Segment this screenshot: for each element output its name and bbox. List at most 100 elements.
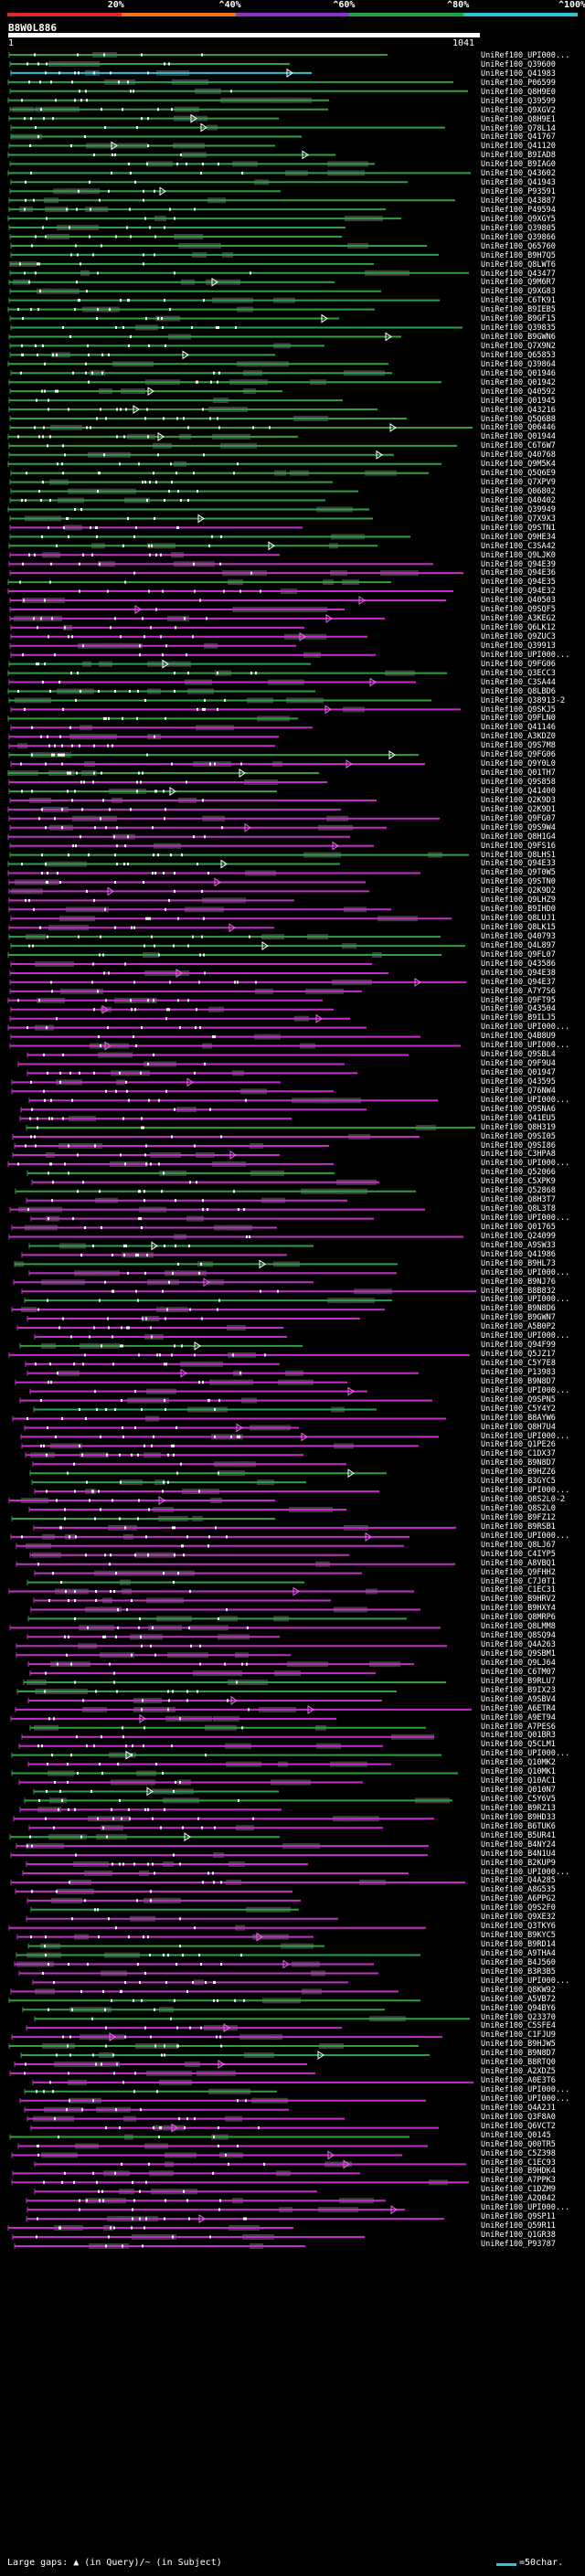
- hit-label[interactable]: UniRef100_Q4L897: [481, 941, 583, 950]
- hit-label[interactable]: UniRef100_Q9FHH2: [481, 1568, 583, 1577]
- hit-label[interactable]: UniRef100_B9FZ12: [481, 1513, 583, 1522]
- hit-label[interactable]: UniRef100_C5Y6V5: [481, 1795, 583, 1804]
- hit-label[interactable]: UniRef100_B9N8D7: [481, 2049, 583, 2058]
- hit-label[interactable]: UniRef100_A5B0P2: [481, 1322, 583, 1331]
- hit-label[interactable]: UniRef100_Q76NW4: [481, 1087, 583, 1096]
- hit-label[interactable]: UniRef100_Q9HE34: [481, 533, 583, 542]
- hit-label[interactable]: UniRef100_Q3TKY6: [481, 1922, 583, 1931]
- hit-label[interactable]: UniRef100_Q8H3T7: [481, 1195, 583, 1204]
- hit-label[interactable]: UniRef100_Q43887: [481, 196, 583, 206]
- hit-label[interactable]: UniRef100_Q8LJ67: [481, 1541, 583, 1550]
- hit-label[interactable]: UniRef100_C1DX37: [481, 1449, 583, 1458]
- hit-label[interactable]: UniRef100_Q39866: [481, 233, 583, 242]
- hit-label[interactable]: UniRef100_Q39913: [481, 641, 583, 651]
- hit-label[interactable]: UniRef100_Q8L3T8: [481, 1204, 583, 1214]
- hit-label[interactable]: UniRef100_Q65760: [481, 242, 583, 251]
- hit-label[interactable]: UniRef100_Q9STN0: [481, 877, 583, 886]
- hit-label[interactable]: UniRef100_B9GWN7: [481, 1313, 583, 1322]
- hit-label[interactable]: UniRef100_Q94BY6: [481, 2004, 583, 2013]
- hit-label[interactable]: UniRef100_C5SFE4: [481, 2021, 583, 2030]
- hit-label[interactable]: UniRef100_Q9SBM1: [481, 1649, 583, 1659]
- hit-label[interactable]: UniRef100_C3SA42: [481, 542, 583, 551]
- hit-label[interactable]: UniRef100_UPI000...: [481, 2094, 583, 2104]
- hit-label[interactable]: UniRef100_Q41120: [481, 142, 583, 151]
- hit-label[interactable]: UniRef100_Q40768: [481, 451, 583, 460]
- hit-label[interactable]: UniRef100_C6TM07: [481, 1668, 583, 1677]
- hit-label[interactable]: UniRef100_UPI000...: [481, 1041, 583, 1050]
- hit-label[interactable]: UniRef100_Q9STN1: [481, 524, 583, 533]
- hit-label[interactable]: UniRef100_Q3ECC3: [481, 669, 583, 678]
- hit-label[interactable]: UniRef100_A6ETR4: [481, 1704, 583, 1713]
- hit-label[interactable]: UniRef100_B8RTQ0: [481, 2058, 583, 2067]
- hit-label[interactable]: UniRef100_Q9FG06: [481, 660, 583, 669]
- hit-label[interactable]: UniRef100_C6T6W7: [481, 441, 583, 451]
- hit-label[interactable]: UniRef100_B9IEB5: [481, 305, 583, 314]
- hit-label[interactable]: UniRef100_Q52868: [481, 1186, 583, 1195]
- hit-label[interactable]: UniRef100_Q1GR38: [481, 2231, 583, 2240]
- hit-label[interactable]: UniRef100_Q9XE32: [481, 1913, 583, 1922]
- hit-label[interactable]: UniRef100_UPI000...: [481, 1268, 583, 1277]
- hit-label[interactable]: UniRef100_B9KYC5: [481, 1931, 583, 1940]
- hit-label[interactable]: UniRef100_Q9M5K4: [481, 460, 583, 469]
- hit-label[interactable]: UniRef100_A9ET94: [481, 1713, 583, 1723]
- hit-label[interactable]: UniRef100_Q65853: [481, 351, 583, 360]
- hit-label[interactable]: UniRef100_Q8SQ94: [481, 1631, 583, 1640]
- hit-label[interactable]: UniRef100_Q94E39: [481, 560, 583, 569]
- hit-label[interactable]: UniRef100_Q39835: [481, 323, 583, 333]
- hit-label[interactable]: UniRef100_B9HDK4: [481, 2167, 583, 2176]
- hit-label[interactable]: UniRef100_UPI000...: [481, 1749, 583, 1758]
- hit-label[interactable]: UniRef100_Q8LWT6: [481, 260, 583, 270]
- hit-label[interactable]: UniRef100_Q6LK12: [481, 623, 583, 632]
- hit-label[interactable]: UniRef100_Q7XPV9: [481, 478, 583, 487]
- hit-label[interactable]: UniRef100_A5VB72: [481, 1995, 583, 2004]
- hit-label[interactable]: UniRef100_Q43602: [481, 169, 583, 178]
- hit-label[interactable]: UniRef100_Q8H1G4: [481, 832, 583, 842]
- hit-label[interactable]: UniRef100_Q01947: [481, 1068, 583, 1077]
- hit-label[interactable]: UniRef100_A9SBV4: [481, 1695, 583, 1704]
- hit-label[interactable]: UniRef100_UPI000...: [481, 1486, 583, 1495]
- hit-label[interactable]: UniRef100_UPI000...: [481, 651, 583, 660]
- hit-label[interactable]: UniRef100_Q8LBD6: [481, 687, 583, 696]
- hit-label[interactable]: UniRef100_Q9SBL4: [481, 1050, 583, 1059]
- hit-label[interactable]: UniRef100_A8G535: [481, 1885, 583, 1894]
- hit-label[interactable]: UniRef100_Q94E35: [481, 578, 583, 587]
- hit-label[interactable]: UniRef100_Q94E37: [481, 978, 583, 987]
- hit-label[interactable]: UniRef100_Q8S2L0: [481, 1504, 583, 1513]
- hit-label[interactable]: UniRef100_Q4A263: [481, 1640, 583, 1649]
- hit-label[interactable]: UniRef100_Q59R11: [481, 2221, 583, 2231]
- hit-label[interactable]: UniRef100_Q9FL07: [481, 950, 583, 959]
- hit-label[interactable]: UniRef100_B3R3B5: [481, 1967, 583, 1977]
- hit-label[interactable]: UniRef100_Q5Q6E9: [481, 469, 583, 478]
- hit-label[interactable]: UniRef100_Q43477: [481, 270, 583, 279]
- hit-label[interactable]: UniRef100_Q43216: [481, 406, 583, 415]
- hit-label[interactable]: UniRef100_B8AYW6: [481, 1414, 583, 1423]
- hit-label[interactable]: UniRef100_Q06802: [481, 487, 583, 496]
- hit-label[interactable]: UniRef100_Q8H319: [481, 1123, 583, 1132]
- hit-label[interactable]: UniRef100_B9RZ13: [481, 1804, 583, 1813]
- hit-label[interactable]: UniRef100_Q9FG06: [481, 750, 583, 759]
- hit-label[interactable]: UniRef100_Q5CLM1: [481, 1740, 583, 1749]
- hit-label[interactable]: UniRef100_C5Z398: [481, 2149, 583, 2158]
- hit-label[interactable]: UniRef100_C1EC93: [481, 2158, 583, 2168]
- hit-label[interactable]: UniRef100_A8VBQ1: [481, 1559, 583, 1568]
- hit-label[interactable]: UniRef100_Q23370: [481, 2013, 583, 2022]
- hit-label[interactable]: UniRef100_P13983: [481, 1368, 583, 1377]
- hit-label[interactable]: UniRef100_A7Y7S6: [481, 987, 583, 996]
- hit-label[interactable]: UniRef100_Q9SQF5: [481, 605, 583, 614]
- hit-label[interactable]: UniRef100_Q41986: [481, 1250, 583, 1259]
- hit-label[interactable]: UniRef100_Q94E32: [481, 587, 583, 596]
- hit-label[interactable]: UniRef100_Q9S9W4: [481, 823, 583, 832]
- hit-label[interactable]: UniRef100_B9HZZ6: [481, 1468, 583, 1477]
- hit-label[interactable]: UniRef100_Q9SNA6: [481, 1105, 583, 1114]
- hit-label[interactable]: UniRef100_B4N1U4: [481, 1850, 583, 1859]
- hit-label[interactable]: UniRef100_Q9Y0L0: [481, 759, 583, 769]
- hit-label[interactable]: UniRef100_Q40592: [481, 387, 583, 397]
- hit-label[interactable]: UniRef100_P93591: [481, 187, 583, 196]
- hit-label[interactable]: UniRef100_B9ILJ5: [481, 1013, 583, 1023]
- hit-label[interactable]: UniRef100_Q9FS16: [481, 842, 583, 851]
- hit-label[interactable]: UniRef100_A3KEG2: [481, 614, 583, 623]
- hit-label[interactable]: UniRef100_Q94E38: [481, 969, 583, 978]
- hit-label[interactable]: UniRef100_Q9FG07: [481, 814, 583, 823]
- hit-label[interactable]: UniRef100_Q06446: [481, 423, 583, 432]
- hit-label[interactable]: UniRef100_B3GYC5: [481, 1477, 583, 1486]
